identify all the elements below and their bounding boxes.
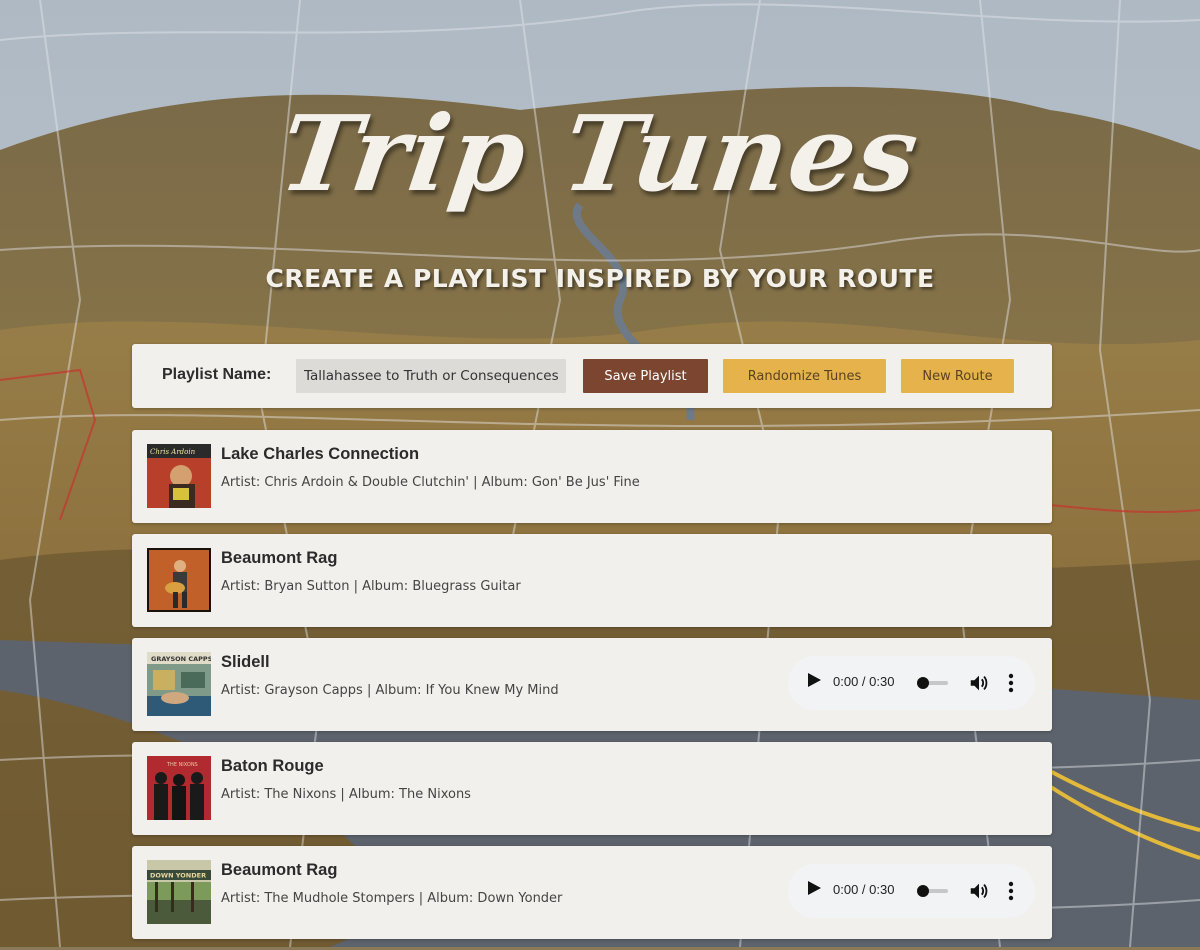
track-meta: Artist: The Mudhole Stompers | Album: Do… xyxy=(221,891,563,906)
new-route-button[interactable]: New Route xyxy=(901,359,1014,393)
track-meta: Artist: Bryan Sutton | Album: Bluegrass … xyxy=(221,579,521,594)
track-meta: Artist: Grayson Capps | Album: If You Kn… xyxy=(221,683,559,698)
album-cover-bluegrass-guitar xyxy=(147,548,211,612)
play-icon[interactable] xyxy=(808,673,821,687)
track-meta: Artist: Chris Ardoin & Double Clutchin' … xyxy=(221,475,640,490)
player-time: 0:00 / 0:30 xyxy=(833,882,895,897)
track-title: Baton Rouge xyxy=(221,757,324,775)
album-cover-gon-be-jus-fine: Chris Ardoin xyxy=(147,444,211,508)
more-options-icon[interactable] xyxy=(1006,880,1016,902)
track-list: Chris Ardoin Lake Charles Connection Art… xyxy=(132,430,1052,950)
player-time: 0:00 / 0:30 xyxy=(833,674,895,689)
seek-knob[interactable] xyxy=(917,677,929,689)
volume-icon[interactable] xyxy=(968,880,990,902)
track-item: GRAYSON CAPPS Slidell Artist: Grayson Ca… xyxy=(132,638,1052,731)
track-title: Slidell xyxy=(221,653,270,671)
audio-player: 0:00 / 0:30 xyxy=(788,656,1035,710)
playlist-toolbar: Playlist Name: Save Playlist Randomize T… xyxy=(132,344,1052,408)
track-item: Beaumont Rag Artist: Bryan Sutton | Albu… xyxy=(132,534,1052,627)
seek-slider[interactable] xyxy=(917,885,948,897)
tagline: CREATE A PLAYLIST INSPIRED BY YOUR ROUTE xyxy=(265,264,935,293)
randomize-tunes-button[interactable]: Randomize Tunes xyxy=(723,359,886,393)
audio-player: 0:00 / 0:30 xyxy=(788,864,1035,918)
seek-slider[interactable] xyxy=(917,677,948,689)
playlist-name-label: Playlist Name: xyxy=(162,366,272,383)
save-playlist-button[interactable]: Save Playlist xyxy=(583,359,708,393)
track-title: Lake Charles Connection xyxy=(221,445,420,463)
track-meta: Artist: The Nixons | Album: The Nixons xyxy=(221,787,471,802)
album-cover-if-you-knew-my-mind: GRAYSON CAPPS xyxy=(147,652,211,716)
play-icon[interactable] xyxy=(808,881,821,895)
album-cover-down-yonder: DOWN YONDER xyxy=(147,860,211,924)
track-item: Chris Ardoin Lake Charles Connection Art… xyxy=(132,430,1052,523)
volume-icon[interactable] xyxy=(968,672,990,694)
more-options-icon[interactable] xyxy=(1006,672,1016,694)
track-item: DOWN YONDER Beaumont Rag Artist: The Mud… xyxy=(132,846,1052,939)
cover-text: Chris Ardoin xyxy=(150,448,196,456)
track-title: Beaumont Rag xyxy=(221,861,338,879)
seek-knob[interactable] xyxy=(917,885,929,897)
cover-text: DOWN YONDER xyxy=(150,872,206,880)
cover-text: GRAYSON CAPPS xyxy=(151,655,211,663)
playlist-name-input[interactable] xyxy=(296,359,566,393)
album-cover-the-nixons: THE NIXONS xyxy=(147,756,211,820)
track-item: THE NIXONS Baton Rouge Artist: The Nixon… xyxy=(132,742,1052,835)
cover-text: THE NIXONS xyxy=(166,762,198,768)
app-logo: Trip Tunes xyxy=(272,92,928,215)
track-title: Beaumont Rag xyxy=(221,549,338,567)
